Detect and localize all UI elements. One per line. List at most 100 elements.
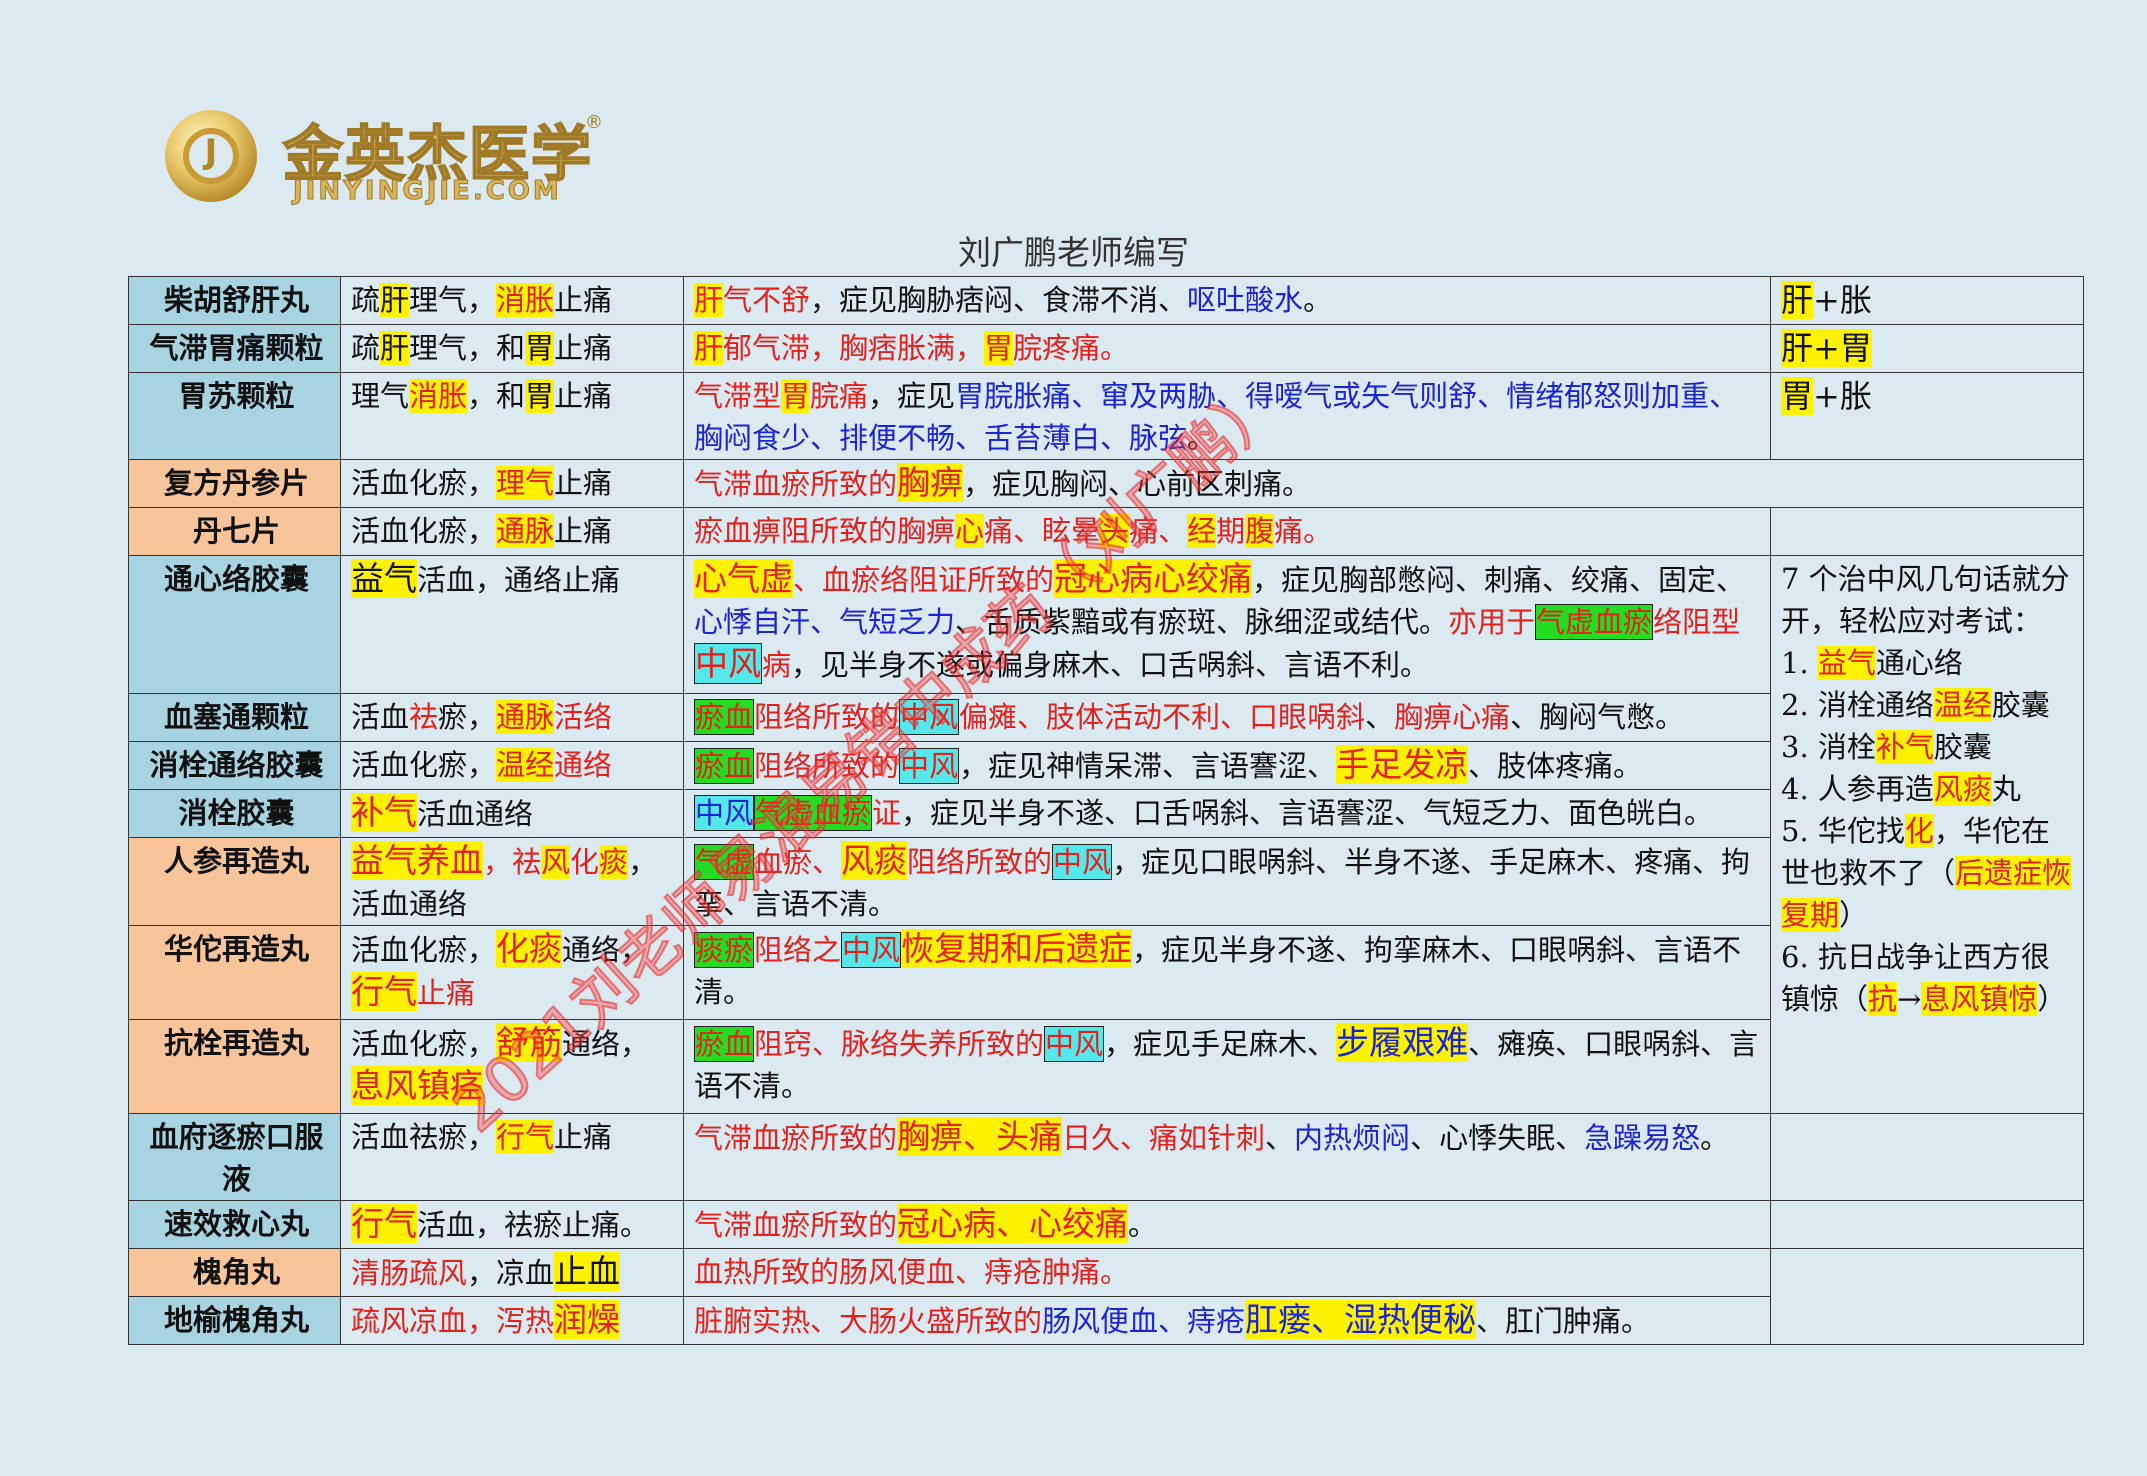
text-segment: 通络， [562,1027,650,1061]
text-segment: 清肠疏风 [351,1256,468,1290]
medicine-indication: 痰瘀阻络之中风恢复期和后遗症，症见半身不遂、拘挛麻木、口眼㖞斜、言语不清。 [683,925,1771,1020]
medicine-indication: 肝气不舒，症见胸胁痞闷、食滞不消、呕吐酸水。 [683,276,1771,325]
text-segment: 行气 [351,1204,417,1243]
medicine-name: 气滞胃痛颗粒 [128,324,341,373]
text-segment: 、 [1265,1121,1295,1155]
text-segment: ，症见胸闷、心前区刺痛。 [963,467,1312,501]
text-segment: 肠风便血、痔疮 [1042,1304,1246,1338]
note-line: 5. 华佗找化，华佗在世也救不了（后遗症恢复期） [1781,810,2077,936]
text-segment: 风痰 [841,841,908,880]
text-segment: 化 [570,845,600,879]
note-line: 4. 人参再造风痰丸 [1781,768,2077,810]
text-segment: 。 [1303,283,1333,317]
text-segment: 腹 [1245,514,1275,548]
text-segment: 络阻型 [1653,605,1741,639]
text-segment: ） [2037,982,2067,1016]
text-segment: 肝 [694,331,724,365]
medicine-effect: 活血化瘀，理气止痛 [340,459,684,508]
text-segment: 中风 [841,932,902,968]
medicine-indication: 瘀血阻窍、脉络失养所致的中风，症见手足麻木、步履艰难、瘫痪、口眼㖞斜、言语不清。 [683,1019,1771,1114]
text-segment: 活血化瘀， [351,514,497,548]
text-segment: ，祛 [483,845,542,879]
text-segment: 、 [1365,700,1395,734]
text-segment: 肝 [380,283,410,317]
table-row: 丹七片 活血化瘀，通脉止痛 瘀血痹阻所致的胸痹心痛、眩晕头痛、经期腹痛。 [128,507,2084,556]
medicine-name: 复方丹参片 [128,459,341,508]
text-segment: 中风 [899,748,960,784]
medicine-name: 胃苏颗粒 [128,372,341,460]
medicine-effect: 活血祛瘀，通脉活络 [340,693,684,742]
note-line: 2. 消栓通络温经胶囊 [1781,684,2077,726]
note-line: 1. 益气通心络 [1781,642,2077,684]
text-segment: 温经 [1933,688,1992,722]
text-segment: ，症见手足麻木、 [1104,1027,1337,1061]
memory-tag: 胃+胀 [1770,372,2084,460]
memory-tag: 肝+胀 [1770,276,2084,325]
text-segment: 气不舒 [723,283,811,317]
text-segment: ，凉血 [467,1256,555,1290]
text-segment: 气滞血瘀所致的 [694,1208,898,1242]
medicine-effect: 活血化瘀，温经通络 [340,741,684,790]
text-segment: ，和 [467,379,526,413]
text-segment: 气滞血瘀所致的 [694,467,898,501]
text-segment: 舒筋 [496,1023,563,1062]
table-row: 胃苏颗粒 理气消胀，和胃止痛 气滞型胃脘痛，症见胃脘胀痛、窜及两胁、得嗳气或矢气则舒… [128,372,2084,460]
text-segment: 、心悸失眠、 [1410,1121,1585,1155]
text-segment: 、胸闷气憋。 [1510,700,1685,734]
medicine-name: 血塞通颗粒 [128,693,341,742]
medicine-effect: 活血祛瘀，行气止痛 [340,1113,684,1201]
text-segment: 胃 [1781,377,1814,415]
text-segment: 中风 [694,795,755,831]
medicine-name: 速效救心丸 [128,1200,341,1249]
table-row: 速效救心丸 行气活血，祛瘀止痛。 气滞血瘀所致的冠心病、心绞痛。 [128,1200,2084,1249]
medicine-indication: 脏腑实热、大肠火盛所致的肠风便血、痔疮肛瘘、湿热便秘、肛门肿痛。 [683,1296,1771,1345]
text-segment: 丸 [1991,772,2021,806]
text-segment: 通脉 [496,700,555,734]
text-segment: 益气 [351,559,417,598]
text-segment: 内热烦闷 [1294,1121,1411,1155]
brand-logo: J 金英杰医学 ® JINYINGJIE.COM [165,110,605,210]
text-segment: 胸痹心痛 [1394,700,1511,734]
text-segment: 瘀血痹阻所致的 [694,514,898,548]
text-segment: 、肛门肿痛。 [1476,1304,1651,1338]
medicine-indication: 气虚血瘀、风痰阻络所致的中风，症见口眼㖞斜、半身不遂、手足麻木、疼痛、拘挛、言语… [683,837,1771,926]
text-segment: 7 个治中风几句话就分开，轻松应对考试： [1781,562,2070,638]
text-segment: 中风 [694,643,762,684]
medicine-indication: 中风气虚血瘀证，症见半身不遂、口舌㖞斜、言语謇涩、气短乏力、面色㿠白。 [683,789,1771,838]
text-segment: 冠心病、心绞痛 [897,1204,1129,1243]
text-segment: 手足发凉 [1336,745,1469,784]
empty-cell [1770,1113,2084,1201]
text-segment: 活血化瘀， [351,748,497,782]
text-segment: 心悸自汗、气短乏力 [694,605,956,639]
text-segment: 1. [1781,646,1818,680]
text-segment: 。 [1187,421,1217,455]
text-segment: 、舌质紫黯或有瘀斑、脉细涩或结代。 [955,605,1449,639]
table-row: 复方丹参片 活血化瘀，理气止痛 气滞血瘀所致的胸痹，症见胸闷、心前区刺痛。 [128,459,2084,508]
text-segment: 痛。 [1274,514,1333,548]
text-segment: → [1897,982,1922,1016]
text-segment: 活血，通络止痛 [417,563,621,597]
text-segment: 活络 [554,700,613,734]
text-segment: 风痰 [1933,772,1992,806]
text-segment: 阻络所致的 [754,749,900,783]
text-segment: 活血化瘀， [351,466,497,500]
medicine-name: 抗栓再造丸 [128,1019,341,1114]
logo-emblem-icon: J [165,110,257,202]
text-segment: 活血，祛瘀止痛。 [417,1208,650,1242]
table-row: 柴胡舒肝丸 疏肝理气，消胀止痛 肝气不舒，症见胸胁痞闷、食滞不消、呕吐酸水。 肝+胀 [128,276,2084,325]
text-segment: 消胀 [496,283,555,317]
medicine-name: 地榆槐角丸 [128,1296,341,1345]
text-segment: 益气养血 [351,841,483,880]
text-segment: 心气虚 [694,559,793,598]
text-segment: 肝 [694,283,724,317]
text-segment: 疏 [351,283,381,317]
text-segment: 止痛 [554,331,613,365]
text-segment: 阻络所致的 [754,700,900,734]
text-segment: 理气，和 [409,331,526,365]
text-segment: +胀 [1813,377,1872,415]
text-segment: 痰瘀 [694,932,755,968]
text-segment: 通脉 [496,514,555,548]
text-segment: 胸痹、头痛 [897,1117,1063,1156]
text-segment: 痰 [599,845,629,879]
text-segment: 脏腑实热、大肠火盛所致的 [694,1304,1043,1338]
